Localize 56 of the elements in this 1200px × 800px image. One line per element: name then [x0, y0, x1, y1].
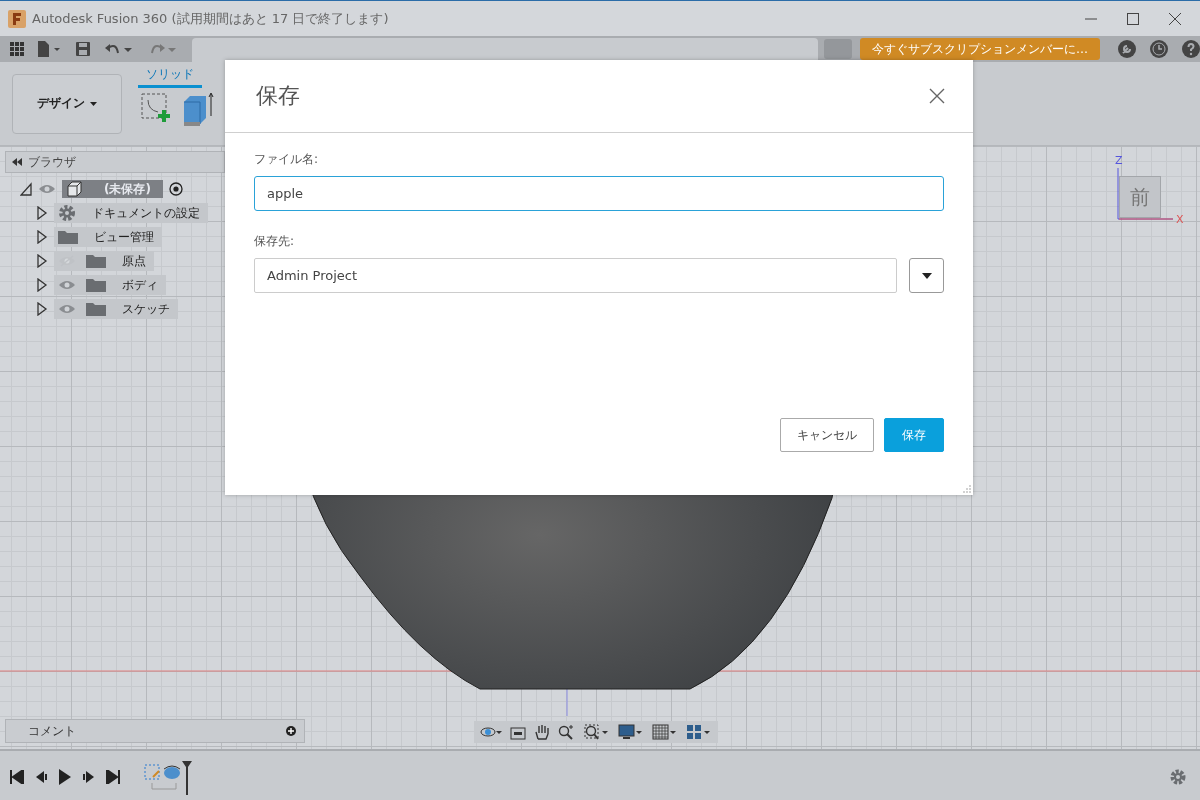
- maximize-icon[interactable]: [1126, 11, 1140, 26]
- app-logo-icon: [8, 9, 26, 28]
- wrench-icon[interactable]: [1118, 40, 1136, 58]
- next-step-icon[interactable]: [82, 769, 96, 784]
- file-menu-icon[interactable]: [38, 41, 62, 57]
- expand-arrow-icon[interactable]: [36, 302, 48, 316]
- expand-arrow-icon[interactable]: [36, 230, 48, 244]
- display-settings-icon[interactable]: [618, 724, 644, 740]
- pan-hand-icon[interactable]: [534, 724, 550, 740]
- expand-arrow-icon[interactable]: [36, 254, 48, 268]
- cancel-button[interactable]: キャンセル: [780, 418, 874, 452]
- dropdown-button[interactable]: [909, 258, 944, 293]
- collapse-panel-icon[interactable]: [12, 158, 22, 166]
- expand-arrow-icon[interactable]: [36, 206, 48, 220]
- x-axis-label: X: [1176, 213, 1184, 226]
- viewports-icon[interactable]: [686, 724, 712, 740]
- extrude-icon[interactable]: [182, 92, 214, 126]
- play-icon[interactable]: [58, 768, 72, 785]
- component-icon: [66, 181, 82, 197]
- comments-panel-title: コメント: [28, 722, 77, 740]
- workspace-menu-button[interactable]: デザイン: [12, 73, 122, 134]
- timeline-features-drawing[interactable]: [144, 758, 194, 795]
- last-frame-icon[interactable]: [106, 769, 120, 784]
- field-label: 保存先:: [254, 233, 296, 250]
- close-icon[interactable]: [1168, 11, 1182, 26]
- settings-icon[interactable]: [1170, 768, 1186, 785]
- caret-icon: [90, 101, 97, 106]
- fit-zoom-icon[interactable]: [584, 724, 610, 740]
- expand-arrow-icon[interactable]: [36, 278, 48, 292]
- folder-icon: [86, 278, 106, 292]
- z-axis-label: Z: [1115, 154, 1123, 167]
- dialog-title: 保存: [256, 82, 300, 110]
- axis-triad-icon: [1117, 168, 1175, 220]
- file-name-field[interactable]: apple: [254, 176, 944, 211]
- help-icon[interactable]: [1182, 40, 1200, 58]
- close-button[interactable]: [929, 88, 945, 104]
- folder-icon: [86, 254, 106, 268]
- look-at-icon[interactable]: [510, 724, 526, 740]
- active-radio-icon[interactable]: [168, 182, 183, 196]
- previous-step-icon[interactable]: [34, 769, 48, 784]
- collapse-arrow-icon[interactable]: [20, 182, 32, 196]
- zoom-icon[interactable]: [558, 724, 576, 740]
- window-title: Autodesk Fusion 360 (試用期間はあと 17 日で終了します): [32, 9, 390, 28]
- folder-icon: [86, 302, 106, 316]
- location-select[interactable]: Admin Project: [254, 258, 897, 293]
- grid-menu-icon[interactable]: [10, 42, 24, 56]
- add-comment-icon[interactable]: [286, 726, 296, 736]
- grid-settings-icon[interactable]: [652, 724, 678, 740]
- folder-icon: [58, 230, 78, 244]
- first-frame-icon[interactable]: [10, 769, 24, 784]
- clock-icon[interactable]: [1150, 40, 1168, 58]
- save-icon[interactable]: [76, 42, 90, 56]
- field-label: ファイル名:: [254, 151, 320, 168]
- resize-grip-icon[interactable]: [963, 485, 971, 493]
- browser-panel-title: ブラウザ: [28, 153, 76, 171]
- caret-icon: [921, 272, 932, 279]
